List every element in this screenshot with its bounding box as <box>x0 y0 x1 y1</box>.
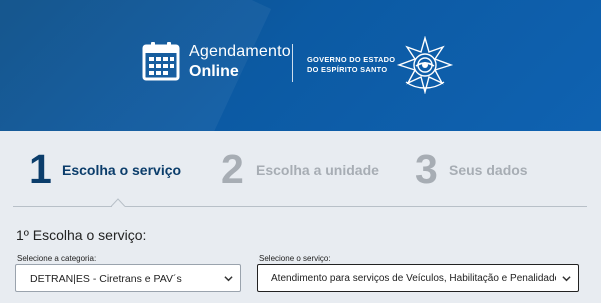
chevron-down-icon <box>224 276 233 282</box>
service-label: Selecione o serviço: <box>259 254 331 263</box>
calendar-icon <box>142 42 180 81</box>
category-label: Selecione a categoria: <box>17 254 97 263</box>
category-select[interactable]: DETRAN|ES - Ciretrans e PAV´s <box>15 264 241 292</box>
active-step-indicator <box>111 198 125 207</box>
header-banner <box>0 0 601 131</box>
step-1-label: Escolha o serviço <box>62 162 182 178</box>
step-3-number: 3 <box>415 146 438 192</box>
app-title-line1: Agendamento <box>189 43 291 60</box>
header-divider <box>292 44 293 82</box>
gov-title-line1: GOVERNO DO ESTADO <box>307 55 396 64</box>
steps-underline-right <box>125 206 587 207</box>
category-select-value: DETRAN|ES - Ciretrans e PAV´s <box>30 273 182 285</box>
step-3-label: Seus dados <box>449 162 528 178</box>
step-2-number: 2 <box>221 146 244 192</box>
step-2-label: Escolha a unidade <box>256 162 379 178</box>
step-1-number: 1 <box>29 146 52 192</box>
form-heading: 1º Escolha o serviço: <box>16 227 147 243</box>
coat-of-arms-icon <box>396 36 454 94</box>
app-title-line2: Online <box>189 63 239 80</box>
service-select[interactable]: Atendimento para serviços de Veículos, H… <box>257 264 579 292</box>
gov-title-line2: DO ESPÍRITO SANTO <box>307 65 388 74</box>
steps-underline-left <box>13 206 112 207</box>
chevron-down-icon <box>562 276 571 282</box>
service-select-value: Atendimento para serviços de Veículos, H… <box>271 273 556 284</box>
